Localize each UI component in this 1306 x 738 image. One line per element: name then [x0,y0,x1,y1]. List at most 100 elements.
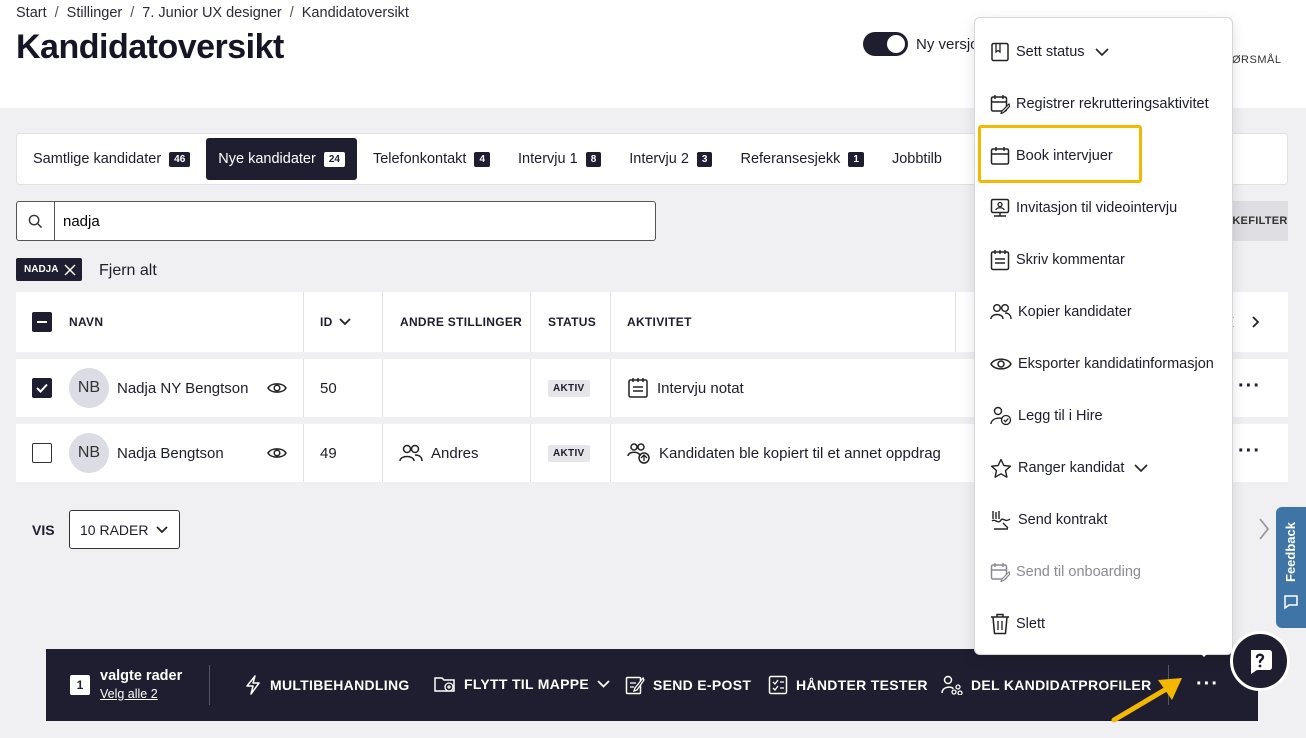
menu-item-add-to-hire[interactable]: Legg til i Hire [990,403,1103,429]
menu-item-label: Invitasjon til videointervju [1016,200,1178,216]
notepad-icon [628,378,648,398]
column-header-status[interactable]: STATUS [531,292,611,352]
eye-icon[interactable] [267,446,287,460]
chevron-right-icon[interactable] [1258,517,1270,541]
send-email-button[interactable]: SEND E-POST [625,675,751,695]
tab-label: Samtlige kandidater [33,151,162,167]
row-checkbox[interactable] [32,443,52,463]
filter-chip-label: NADJA [24,264,59,275]
close-icon[interactable] [64,263,76,276]
search-icon [17,202,55,240]
menu-item-register-activity[interactable]: Registrer rekrutteringsaktivitet [990,91,1209,117]
search-input[interactable] [55,202,635,240]
action-label: SEND E-POST [653,677,752,693]
menu-item-send-contract[interactable]: Send kontrakt [990,507,1107,533]
select-all-checkbox[interactable] [32,292,52,352]
menu-item-set-status[interactable]: Sett status [990,39,1109,65]
lightning-icon [246,675,260,695]
video-person-icon [990,198,1010,217]
search-box [16,201,656,241]
activity-cell: Kandidaten ble kopiert til et annet oppd… [627,424,941,482]
rows-per-page-label: VIS [32,522,55,538]
tab-intervju-1[interactable]: Intervju 1 8 [506,138,613,180]
select-all-link[interactable]: Velg alle 2 [100,687,158,701]
menu-item-label: Ranger kandidat [1018,460,1125,476]
breadcrumb-item-position[interactable]: 7. Junior UX designer [142,5,281,21]
header-link[interactable]: ØRSMÅL [1232,54,1281,66]
menu-item-label: Eksporter kandidatinformasjon [1018,356,1214,372]
chevron-down-icon [338,318,351,326]
menu-item-label: Registrer rekrutteringsaktivitet [1016,96,1209,112]
row-checkbox[interactable] [32,378,52,398]
column-header-id-label: ID [320,315,333,329]
tab-jobbtilbud[interactable]: Jobbtilb [880,138,954,180]
tab-label: Telefonkontakt [372,151,467,167]
tab-count-badge: 46 [169,151,191,167]
status-badge: AKTIV [548,444,590,462]
breadcrumb-item-start[interactable]: Start [16,5,47,21]
breadcrumb-separator: / [130,5,135,21]
avatar: NB [69,368,109,408]
tab-count-badge: 1 [848,151,864,167]
selected-label: valgte rader [100,668,183,684]
checkbox-minus[interactable] [32,312,52,332]
breadcrumb-separator: / [289,5,294,21]
breadcrumb-separator: / [54,5,59,21]
tab-intervju-2[interactable]: Intervju 2 3 [617,138,724,180]
menu-item-label: Slett [1016,616,1046,632]
manage-tests-button[interactable]: HÅNDTER TESTER [768,675,928,695]
tab-count-badge: 4 [474,151,491,167]
more-actions-menu: Sett status Registrer rekrutteringsaktiv… [974,17,1233,655]
menu-item-copy-candidates[interactable]: Kopier kandidater [990,299,1132,325]
column-header-other-positions[interactable]: ANDRE STILLINGER [383,292,531,352]
menu-item-export-info[interactable]: Eksporter kandidatinformasjon [990,351,1214,377]
notepad-icon [990,250,1010,271]
status-cell: AKTIV [531,424,611,482]
more-actions-icon[interactable]: ··· [1196,673,1219,696]
column-header-activity[interactable]: AKTIVITET [611,292,956,352]
tab-label: Nye kandidater [218,151,316,167]
users-icon [399,444,423,462]
tab-nye[interactable]: Nye kandidater 24 [206,138,357,180]
menu-pointer [1196,649,1212,657]
breadcrumb: Start / Stillinger / 7. Junior UX design… [16,5,409,21]
clear-all-link[interactable]: Fjern alt [99,262,157,280]
action-label: MULTIBEHANDLING [270,677,410,693]
column-header-name[interactable]: NAVN [69,292,304,352]
candidate-name[interactable]: Nadja NY Bengtson [117,380,248,397]
breadcrumb-item-current: Kandidatoversikt [301,5,409,21]
move-to-folder-button[interactable]: FLYTT TIL MAPPE [434,675,610,693]
breadcrumb-item-stillinger[interactable]: Stillinger [67,5,123,21]
chevron-down-icon [1134,463,1148,472]
tab-samtlige[interactable]: Samtlige kandidater 46 [21,138,202,180]
row-more-icon[interactable]: ··· [1238,441,1261,461]
rows-per-page-select[interactable]: 10 RADER [69,510,180,549]
filter-button[interactable]: KEFILTER [1232,201,1288,241]
users-icon [990,304,1012,320]
name-cell: NB Nadja NY Bengtson [69,359,304,417]
menu-item-send-onboarding: Send til onboarding [990,559,1141,585]
new-version-toggle[interactable] [863,32,908,56]
chevron-down-icon [597,680,610,688]
menu-item-rank-candidate[interactable]: Ranger kandidat [990,455,1148,481]
column-header-id[interactable]: ID [304,292,383,352]
candidate-name[interactable]: Nadja Bengtson [117,445,224,462]
divider [209,665,210,705]
menu-item-video-invite[interactable]: Invitasjon til videointervju [990,195,1177,221]
menu-item-write-comment[interactable]: Skriv kommentar [990,247,1125,273]
action-label: HÅNDTER TESTER [796,677,928,693]
tab-telefonkontakt[interactable]: Telefonkontakt 4 [361,138,502,180]
other-positions-text[interactable]: Andres [431,445,479,462]
tab-count-badge: 3 [696,151,713,167]
chevron-right-icon[interactable] [1252,316,1260,328]
help-button[interactable] [1230,631,1290,691]
menu-item-label: Send til onboarding [1016,564,1141,580]
eye-icon[interactable] [267,381,287,395]
menu-item-label: Send kontrakt [1018,512,1108,528]
menu-item-delete[interactable]: Slett [990,611,1045,637]
row-more-icon[interactable]: ··· [1238,376,1261,396]
tab-count-badge: 8 [585,151,602,167]
name-cell: NB Nadja Bengtson [69,424,304,482]
tab-referansesjekk[interactable]: Referansesjekk 1 [728,138,876,180]
multibehandling-button[interactable]: MULTIBEHANDLING [244,675,410,695]
